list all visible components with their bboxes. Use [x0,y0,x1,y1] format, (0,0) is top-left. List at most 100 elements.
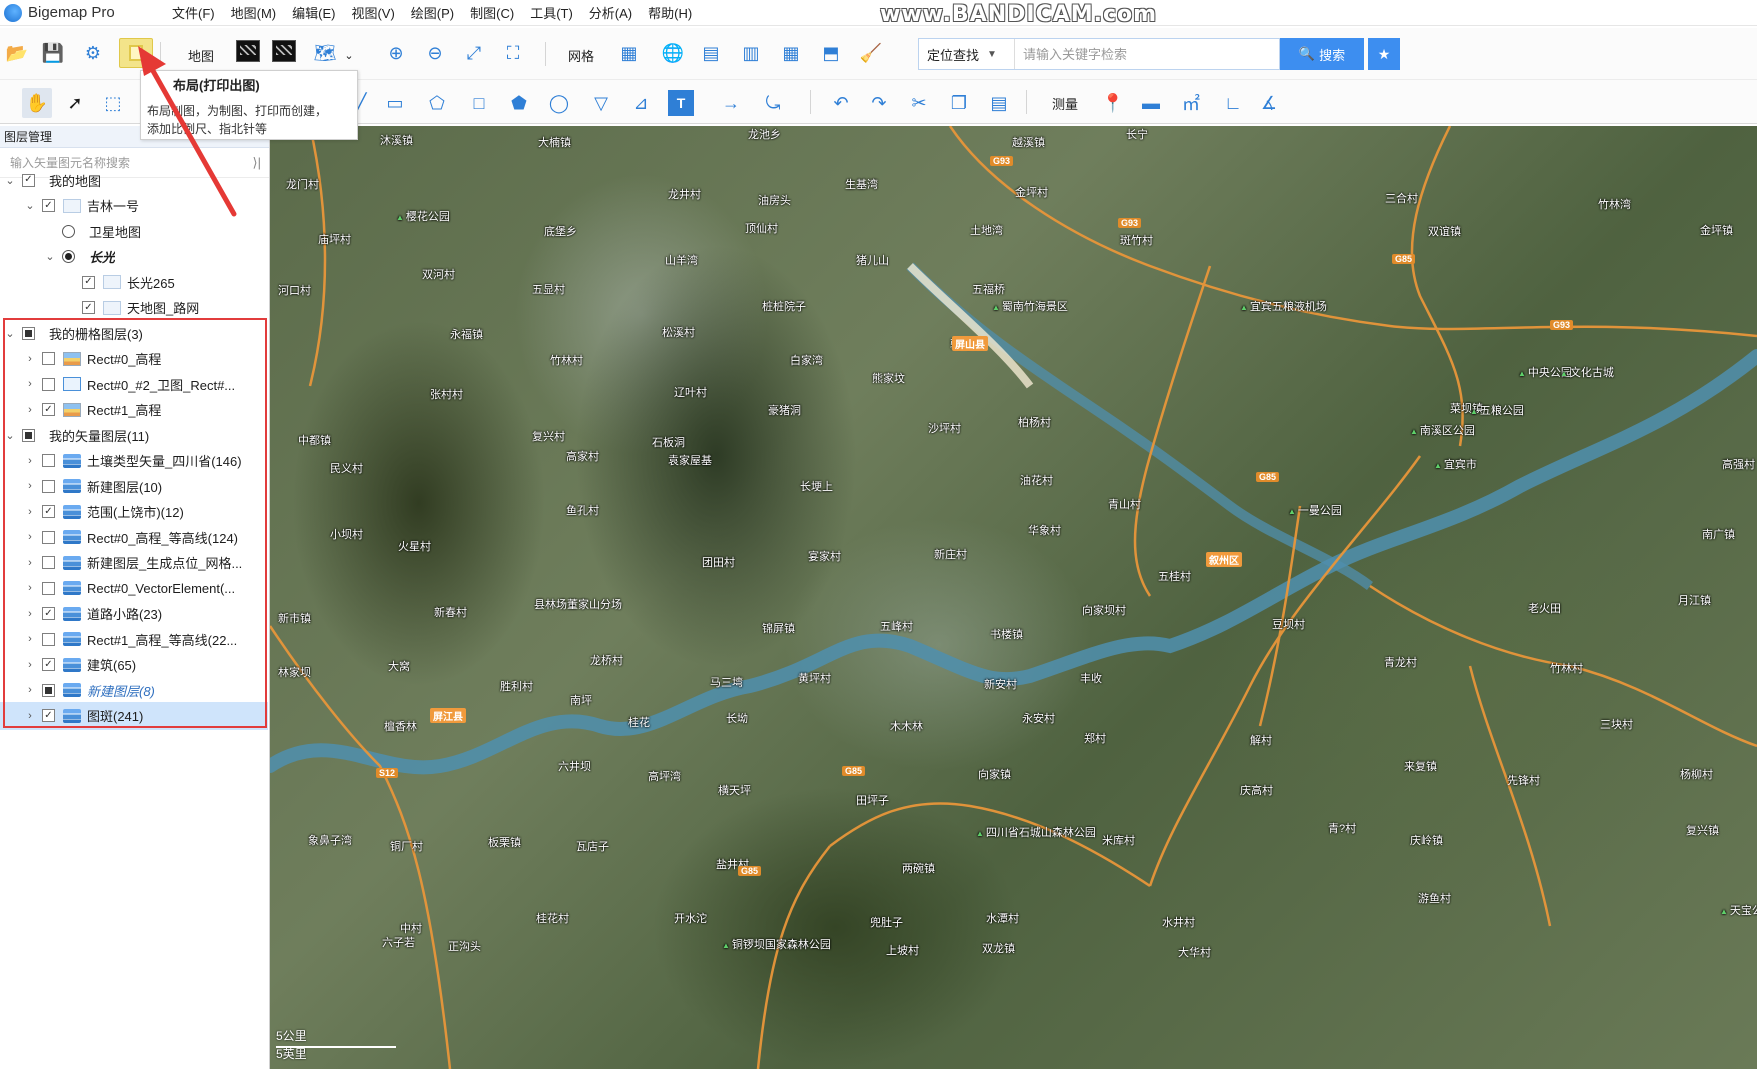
menu-item[interactable]: 视图(V) [351,3,394,22]
curve-tool-icon[interactable]: ⤿ [760,90,786,116]
latlng-grid-icon[interactable]: 🌐 [660,40,686,66]
draw-circle-icon[interactable]: ◯ [546,90,572,116]
measure-distance-icon[interactable]: ▬ [1138,90,1164,116]
measure-area-icon[interactable]: ㎡ [1178,90,1204,116]
layer-tree-row[interactable]: ✓ 长光265 [0,268,268,296]
menu-items: 文件(F) 地图(M) 编辑(E) 视图(V) 绘图(P) 制图(C) 工具(T) 分析(A)… [172,3,708,22]
place-label: 沙坪村 [928,423,961,435]
measure-label[interactable]: 测量 [1052,94,1078,113]
place-label: 张村村 [430,389,463,401]
menu-item[interactable]: 分析(A) [589,3,632,22]
place-label: 顶仙村 [745,223,778,235]
poi-label: 蜀南竹海景区 [992,298,1068,314]
place-label: 团田村 [702,557,735,569]
redo-icon[interactable]: ↷ [866,90,892,116]
place-label: 辽叶村 [674,387,707,399]
draw-baseline-icon[interactable]: ⊿ [628,90,654,116]
select-arrow-icon[interactable]: ➚ [62,90,88,116]
expand-down-icon[interactable]: ⌄ [4,174,16,187]
place-label: 先锋村 [1507,775,1540,787]
place-label: 华象村 [1028,525,1061,537]
grid-label[interactable]: 网格 [568,46,594,65]
map-thumbnail-2[interactable] [272,40,296,62]
chevron-down-icon[interactable]: ⌄ [336,42,362,68]
arrow-tool-icon[interactable]: → [718,90,744,116]
place-label: 五显村 [532,284,565,296]
clear-brush-icon[interactable]: 🧹 [858,40,884,66]
full-extent-icon[interactable]: ⛶ [500,40,526,66]
menu-item[interactable]: 文件(F) [172,3,215,22]
poi-label: 南溪区公园 [1410,422,1475,438]
expand-down-icon[interactable]: ⌄ [44,250,56,263]
menu-item[interactable]: 地图(M) [231,3,277,22]
zoom-in-icon[interactable]: ⊕ [383,40,409,66]
mesh-grid-icon[interactable]: ▥ [738,40,764,66]
highway-shield: G93 [1550,320,1574,330]
pages-layer-icon [103,275,121,289]
layer-checkbox[interactable]: ✓ [42,199,55,212]
place-label: 宴家村 [808,551,841,563]
layer-radio[interactable] [62,224,75,238]
place-label: 解村 [1250,735,1272,747]
place-label: 丰收 [1080,673,1102,685]
search-input[interactable] [1015,39,1279,69]
expand-down-icon[interactable]: ⌄ [24,199,36,212]
paste-icon[interactable]: ▤ [986,90,1012,116]
road-network [270,126,1757,1069]
draw-rectangle-icon[interactable]: ▭ [382,90,408,116]
location-search-box: 定位查找 ▼ [918,38,1280,70]
undo-icon[interactable]: ↶ [828,90,854,116]
map-layer-dropdown-icon[interactable]: 🗺 [312,40,338,66]
draw-sector-icon[interactable]: ▽ [588,90,614,116]
layer-checkbox[interactable]: ✓ [22,173,35,187]
place-label: 老火田 [1528,603,1561,615]
draw-pentagon-icon[interactable]: ⬟ [506,90,532,116]
zoom-extent-icon[interactable]: ⤢ [461,40,487,66]
place-label: 白家湾 [790,355,823,367]
menu-item[interactable]: 工具(T) [530,3,573,22]
place-label: 大楠镇 [538,137,571,149]
menu-item[interactable]: 编辑(E) [292,3,335,22]
grid-icon[interactable]: ▦ [616,40,642,66]
map-canvas[interactable]: 沐溪镇 大楠镇 龙池乡 越溪镇 长宁 龙门村 龙井村 油房头 生基湾 金坪村 三合村 竹林湾 庙坪村 底堡… [270,126,1757,1069]
draw-polygon-icon[interactable]: ⬠ [424,90,450,116]
place-label: 松溪村 [662,327,695,339]
place-label: 长坳 [726,713,748,725]
location-pin-icon[interactable]: 📍 [1100,90,1126,116]
zoom-out-icon[interactable]: ⊖ [422,40,448,66]
ngcm-grid-icon[interactable]: ▦ [778,40,804,66]
import-icon[interactable]: ⬒ [818,40,844,66]
place-label: 书楼镇 [990,629,1023,641]
km-grid-icon[interactable]: ▤ [698,40,724,66]
settings-gear-icon[interactable]: ⚙ [80,40,106,66]
layer-checkbox[interactable]: ✓ [82,301,95,314]
open-folder-icon[interactable]: 📂 [4,40,30,66]
menu-item[interactable]: 帮助(H) [648,3,692,22]
highway-shield: G85 [1392,254,1416,264]
cut-scissors-icon[interactable]: ✂ [906,90,932,116]
text-tool-icon[interactable]: T [668,90,694,116]
draw-square-icon[interactable]: □ [466,90,492,116]
select-box-icon[interactable]: ⬚ [100,90,126,116]
search-button[interactable]: 🔍 搜索 [1280,38,1364,70]
measure-bearing-icon[interactable]: ∡ [1256,90,1282,116]
layer-radio[interactable] [62,250,75,263]
place-label: 双河村 [422,269,455,281]
layer-tree-row[interactable]: ⌄ 长光 [0,243,268,271]
measure-angle-icon[interactable]: ∟ [1220,90,1246,116]
place-label: 两碗镇 [902,863,935,875]
place-label: 郑村 [1084,733,1106,745]
search-mode-dropdown[interactable]: 定位查找 ▼ [919,39,1015,69]
copy-icon[interactable]: ❐ [946,90,972,116]
pan-hand-icon[interactable]: ✋ [22,88,52,118]
save-icon[interactable]: 💾 [40,40,66,66]
menu-item[interactable]: 绘图(P) [411,3,454,22]
place-label: 小坝村 [330,529,363,541]
menu-item[interactable]: 制图(C) [470,3,514,22]
layer-label: 卫星地图 [89,224,142,240]
place-label: 向家镇 [978,769,1011,781]
favorite-star-button[interactable]: ★ [1368,38,1400,70]
layer-tree-row[interactable]: 卫星地图 [0,217,268,245]
layer-checkbox[interactable]: ✓ [82,275,95,289]
menu-bar: Bigemap Pro 文件(F) 地图(M) 编辑(E) 视图(V) 绘图(P) 制图(… [0,0,1757,26]
